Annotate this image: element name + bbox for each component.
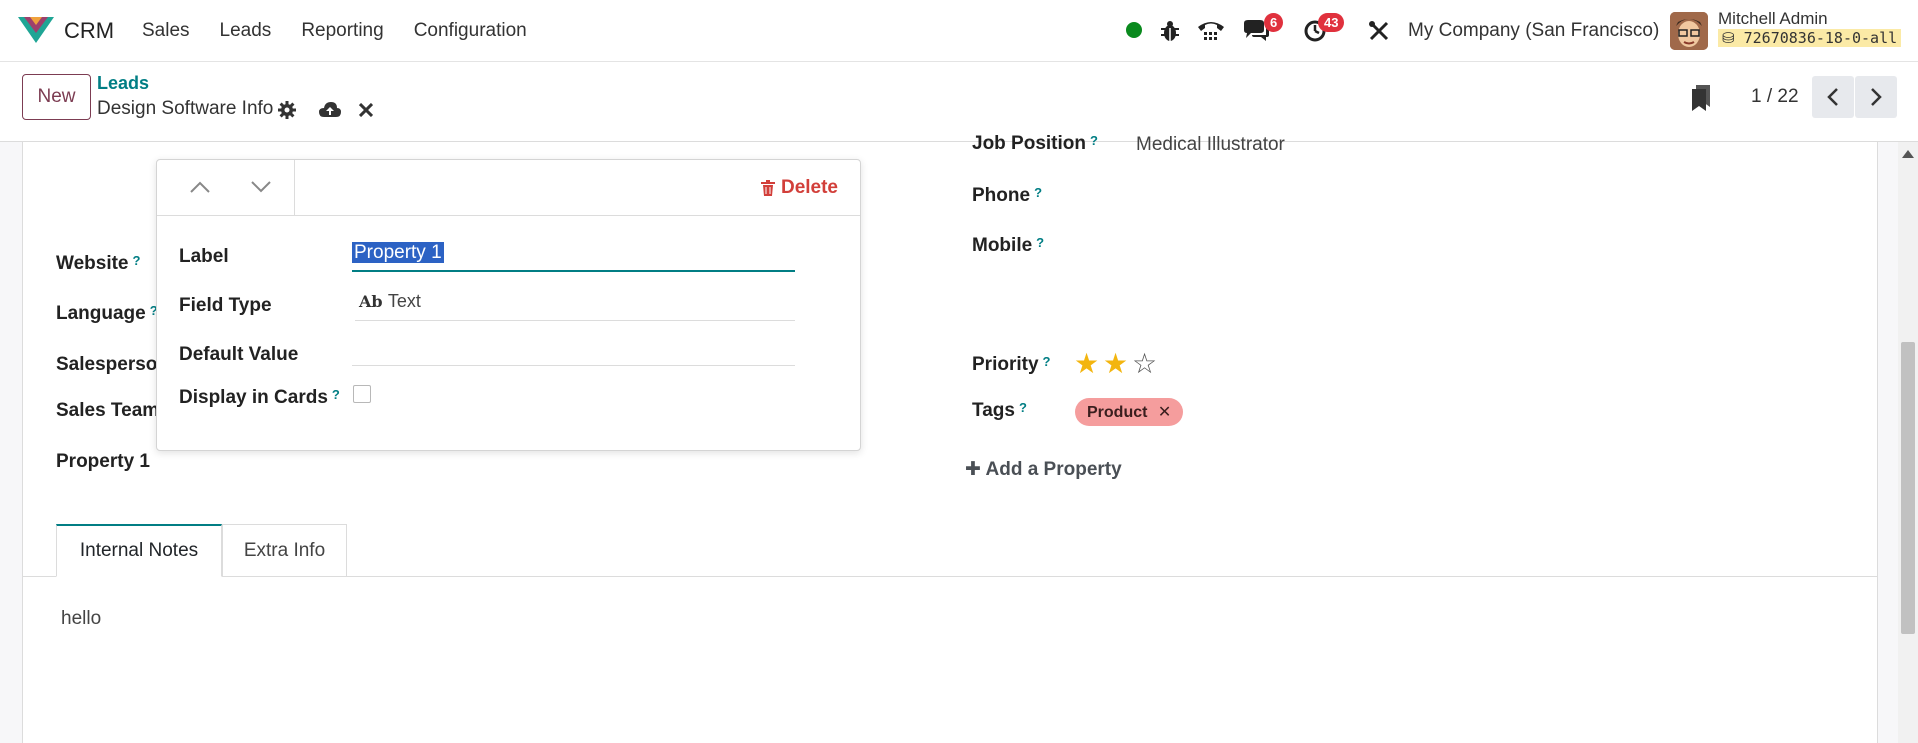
property-label-value[interactable]: Property 1	[352, 242, 444, 263]
plus-icon: ✚	[965, 459, 981, 480]
settings-tools-icon[interactable]	[1368, 20, 1390, 42]
bookmarks-icon[interactable]	[1690, 83, 1712, 111]
main-menu: Sales Leads Reporting Configuration	[142, 20, 557, 42]
breadcrumb-leads[interactable]: Leads	[97, 73, 149, 94]
chevron-right-icon	[1871, 88, 1882, 106]
language-label: Language?	[56, 303, 158, 324]
database-name: ⛁ 72670836-18-0-all	[1718, 29, 1902, 47]
top-navbar: CRM Sales Leads Reporting Configuration …	[0, 0, 1918, 62]
pager-previous-button[interactable]	[1812, 76, 1854, 118]
property1-label[interactable]: Property 1	[56, 451, 150, 473]
scroll-up-arrow-icon[interactable]	[1902, 150, 1914, 158]
messages-count-badge: 6	[1264, 13, 1284, 32]
phone-icon[interactable]	[1196, 19, 1226, 43]
pager-next-button[interactable]	[1855, 76, 1897, 118]
job-position-value[interactable]: Medical Illustrator	[1136, 134, 1285, 156]
scrollbar-thumb[interactable]	[1901, 342, 1915, 634]
display-in-cards-label: Display in Cards?	[179, 387, 340, 408]
help-icon[interactable]: ?	[1019, 400, 1027, 415]
menu-leads[interactable]: Leads	[220, 20, 272, 42]
sales-team-label: Sales Team	[56, 400, 160, 421]
property-label-label: Label	[179, 246, 229, 267]
priority-star-2[interactable]: ★	[1103, 350, 1128, 378]
property-label-input[interactable]: Property 1	[352, 242, 795, 272]
app-name[interactable]: CRM	[64, 18, 114, 44]
tag-remove-icon[interactable]: ✕	[1158, 404, 1171, 421]
popover-nav-divider	[294, 160, 295, 216]
save-cloud-icon[interactable]	[319, 101, 341, 119]
menu-sales[interactable]: Sales	[142, 20, 190, 42]
help-icon[interactable]: ?	[133, 253, 141, 268]
popover-header: Delete	[157, 160, 860, 216]
display-in-cards-checkbox[interactable]	[353, 385, 371, 403]
help-icon[interactable]: ?	[1090, 133, 1098, 148]
tab-internal-notes[interactable]: Internal Notes	[56, 524, 222, 577]
database-icon: ⛁	[1722, 29, 1735, 47]
internal-notes-content[interactable]: hello	[61, 608, 101, 630]
crm-logo-icon[interactable]	[18, 17, 54, 43]
phone-label: Phone?	[972, 185, 1043, 206]
field-type-select[interactable]: Ab Text	[355, 291, 795, 321]
activities-count-badge: 43	[1318, 13, 1345, 32]
menu-configuration[interactable]: Configuration	[414, 20, 527, 42]
company-switcher[interactable]: My Company (San Francisco)	[1408, 20, 1659, 42]
help-icon[interactable]: ?	[1036, 235, 1044, 250]
salesperson-label: Salesperson	[56, 354, 169, 375]
new-button[interactable]: New	[22, 74, 91, 120]
menu-reporting[interactable]: Reporting	[301, 20, 383, 42]
user-name[interactable]: Mitchell Admin	[1718, 9, 1828, 29]
job-position-label: Job Position?	[972, 133, 1098, 154]
text-type-icon: Ab	[359, 292, 383, 311]
website-label: Website?	[56, 253, 141, 274]
delete-property-button[interactable]: Delete	[760, 177, 838, 199]
default-value-input[interactable]	[352, 336, 795, 366]
tags-label: Tags?	[972, 400, 1027, 421]
help-icon[interactable]: ?	[1043, 354, 1051, 369]
add-property-button[interactable]: ✚ Add a Property	[965, 458, 1122, 481]
trash-icon	[760, 180, 775, 196]
control-panel: New Leads Design Software Info 1 / 22	[0, 62, 1918, 142]
default-value-label: Default Value	[179, 344, 299, 365]
property-definition-popover: Delete Label Property 1 Field Type Ab Te…	[156, 159, 861, 451]
field-type-label: Field Type	[179, 295, 272, 316]
discard-close-icon[interactable]	[359, 103, 373, 117]
tag-label: Product	[1087, 404, 1148, 421]
field-type-value: Text	[387, 291, 421, 311]
online-status-icon[interactable]	[1126, 22, 1142, 38]
help-icon[interactable]: ?	[332, 387, 340, 402]
database-name-text: 72670836-18-0-all	[1743, 29, 1898, 47]
priority-star-1[interactable]: ★	[1074, 350, 1099, 378]
help-icon[interactable]: ?	[1034, 185, 1042, 200]
record-title: Design Software Info	[97, 98, 274, 119]
mobile-label: Mobile?	[972, 235, 1045, 256]
chevron-left-icon	[1827, 88, 1838, 106]
tag-badge[interactable]: Product ✕	[1075, 398, 1184, 426]
debug-bug-icon[interactable]	[1160, 20, 1180, 42]
tab-extra-info[interactable]: Extra Info	[222, 524, 347, 577]
user-avatar[interactable]	[1670, 12, 1708, 50]
move-down-chevron-icon[interactable]	[250, 180, 272, 194]
priority-star-3[interactable]: ☆	[1132, 350, 1157, 378]
priority-label: Priority?	[972, 354, 1051, 375]
pager-value[interactable]: 1 / 22	[1751, 86, 1799, 108]
move-up-chevron-icon[interactable]	[189, 180, 211, 194]
gear-icon[interactable]	[278, 101, 296, 119]
